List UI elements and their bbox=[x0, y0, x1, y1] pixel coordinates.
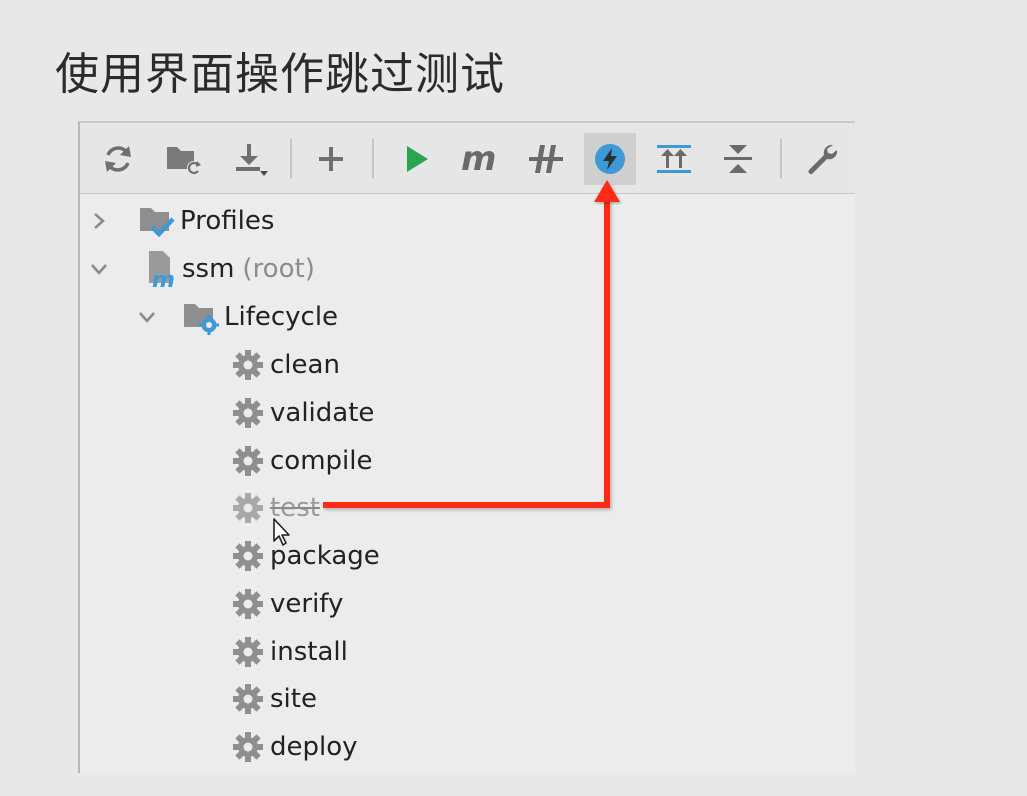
gear-icon bbox=[230, 347, 266, 383]
maven-toolbar: m bbox=[80, 123, 855, 194]
project-root-suffix: (root) bbox=[242, 254, 315, 284]
gear-icon bbox=[230, 586, 266, 622]
download-icon bbox=[236, 144, 268, 176]
slide-title: 使用界面操作跳过测试 bbox=[55, 49, 505, 100]
gear-icon bbox=[230, 681, 266, 717]
run-icon bbox=[407, 146, 428, 172]
add-icon bbox=[319, 147, 343, 171]
lifecycle-phase-package[interactable]: package bbox=[230, 536, 380, 576]
chevron-down-icon[interactable] bbox=[84, 254, 114, 284]
lifecycle-phase-verify[interactable]: verify bbox=[230, 584, 343, 624]
gear-icon bbox=[230, 490, 266, 526]
phase-label: deploy bbox=[270, 732, 358, 762]
collapse-all-button[interactable] bbox=[712, 133, 764, 185]
phase-label: clean bbox=[270, 350, 340, 380]
toolbar-separator bbox=[290, 139, 292, 179]
add-maven-project-button[interactable] bbox=[305, 133, 357, 185]
lifecycle-phase-site[interactable]: site bbox=[230, 679, 317, 719]
svg-text:m: m bbox=[152, 268, 175, 289]
maven-project-icon: m bbox=[138, 249, 180, 289]
toolbar-separator bbox=[372, 139, 374, 179]
phase-label: compile bbox=[270, 446, 373, 476]
collapse-all-icon bbox=[724, 145, 752, 173]
phase-label: site bbox=[270, 684, 317, 714]
expand-all-icon bbox=[657, 145, 691, 173]
gear-icon bbox=[230, 538, 266, 574]
svg-text:m: m bbox=[461, 142, 496, 176]
toolbar-separator bbox=[780, 139, 782, 179]
tree-node-label: Lifecycle bbox=[224, 302, 339, 332]
chevron-down-icon[interactable] bbox=[132, 302, 162, 332]
toggle-offline-mode-button[interactable] bbox=[520, 133, 572, 185]
gear-icon bbox=[230, 634, 266, 670]
phase-label: install bbox=[270, 637, 348, 667]
gear-icon bbox=[230, 443, 266, 479]
chevron-right-icon[interactable] bbox=[84, 206, 114, 236]
expand-all-button[interactable] bbox=[648, 133, 700, 185]
phase-label: validate bbox=[270, 398, 375, 428]
toggle-offline-icon bbox=[529, 145, 563, 173]
tree-node-label: Profiles bbox=[180, 206, 275, 236]
download-sources-button[interactable] bbox=[224, 133, 276, 185]
gear-icon bbox=[230, 395, 266, 431]
reload-all-button[interactable] bbox=[92, 133, 144, 185]
lifecycle-folder-icon bbox=[180, 297, 222, 337]
project-name: ssm bbox=[182, 254, 235, 284]
profiles-folder-icon bbox=[136, 201, 178, 241]
settings-wrench-icon bbox=[808, 144, 838, 174]
reload-icon bbox=[105, 146, 131, 172]
maven-settings-button[interactable] bbox=[796, 133, 848, 185]
execute-maven-goal-button[interactable]: m bbox=[454, 133, 506, 185]
lifecycle-phase-install[interactable]: install bbox=[230, 632, 348, 672]
mouse-cursor-icon bbox=[273, 518, 290, 546]
tree-node-profiles[interactable]: Profiles bbox=[84, 201, 274, 241]
tree-node-lifecycle[interactable]: Lifecycle bbox=[132, 297, 338, 337]
lifecycle-phase-clean[interactable]: clean bbox=[230, 345, 340, 385]
phase-label: verify bbox=[270, 589, 344, 619]
gear-icon bbox=[230, 729, 266, 765]
maven-icon: m bbox=[461, 142, 496, 176]
maven-tool-window: m Profiles m ssm (root) Lifecycle clean … bbox=[78, 121, 855, 773]
lifecycle-phase-deploy[interactable]: deploy bbox=[230, 727, 358, 767]
run-maven-build-button[interactable] bbox=[390, 133, 442, 185]
tree-node-project-root[interactable]: m ssm (root) bbox=[84, 249, 315, 289]
skip-tests-icon bbox=[595, 144, 625, 174]
skip-tests-toggle-button[interactable] bbox=[584, 133, 636, 185]
lifecycle-phase-validate[interactable]: validate bbox=[230, 393, 374, 433]
generate-sources-button[interactable] bbox=[158, 133, 210, 185]
folder-sync-icon bbox=[167, 147, 201, 175]
lifecycle-phase-compile[interactable]: compile bbox=[230, 441, 372, 481]
